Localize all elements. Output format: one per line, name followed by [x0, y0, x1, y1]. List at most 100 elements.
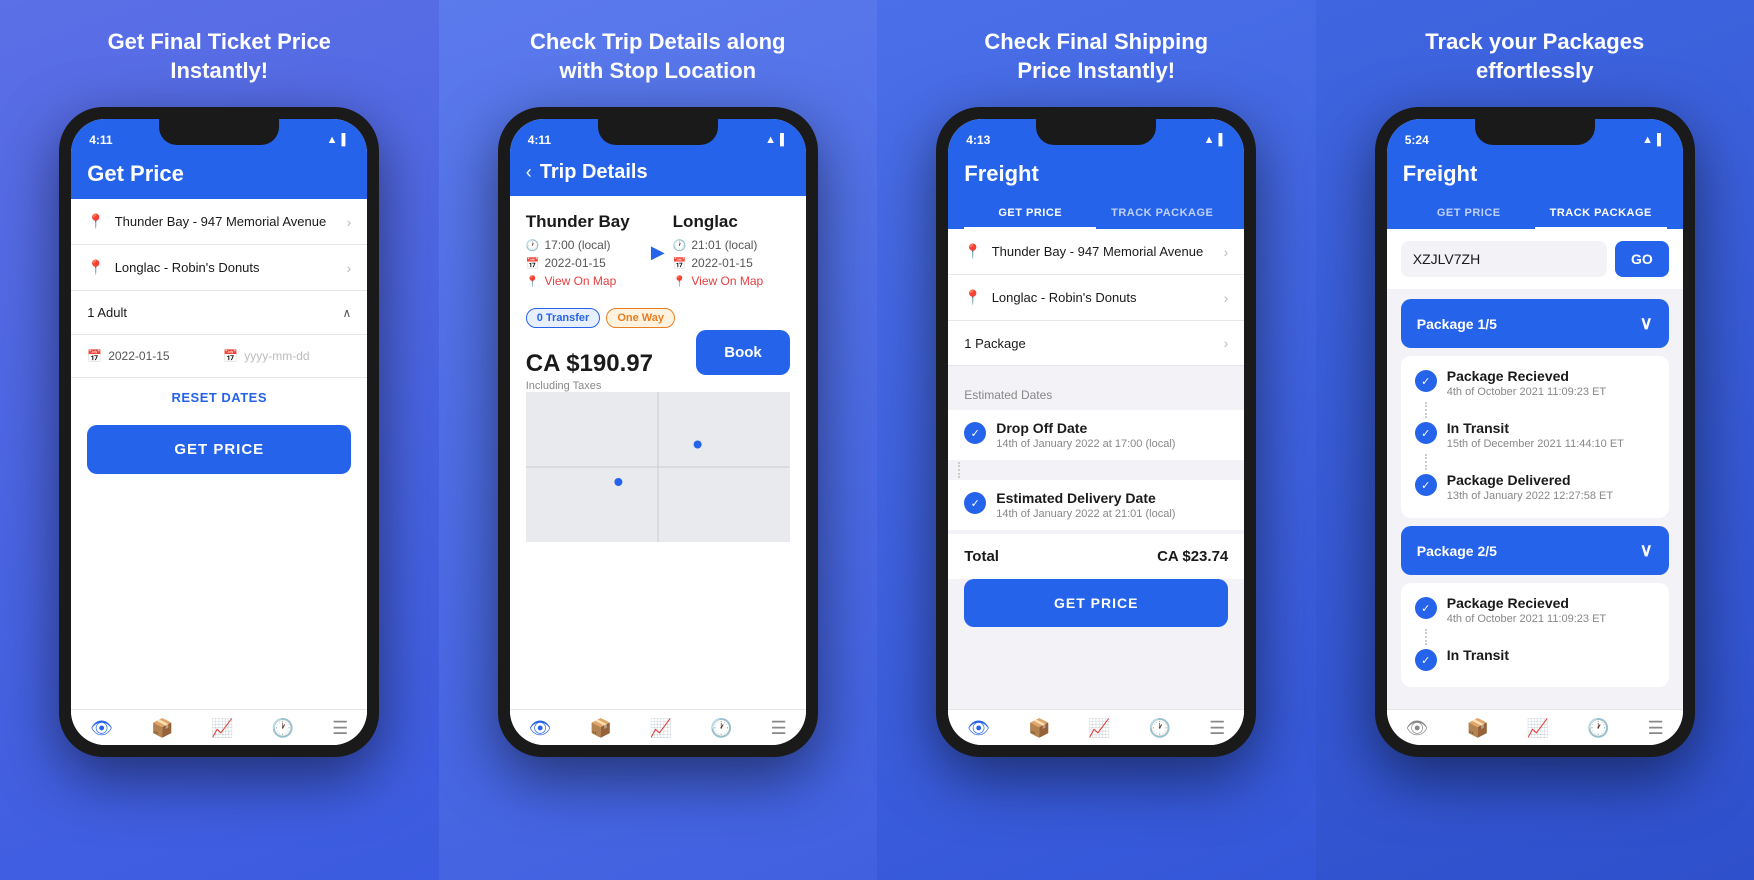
chevron-3b: › [1224, 290, 1229, 306]
price-amount: CA $190.97 [526, 350, 653, 378]
event-4-title: Package Recieved [1447, 595, 1655, 611]
tracking-input[interactable]: XZJLV7ZH [1401, 241, 1607, 277]
event-4-info: Package Recieved 4th of October 2021 11:… [1447, 595, 1655, 625]
package-accordion-2[interactable]: Package 2/5 ∨ [1401, 526, 1669, 575]
nav-chart-icon-3[interactable]: 📈 [1088, 718, 1110, 739]
panel-2-title: Check Trip Details along with Stop Locat… [530, 28, 786, 85]
dest-map-row[interactable]: 📍 View On Map [673, 274, 790, 288]
date-field-2[interactable]: 📅 yyyy-mm-dd [223, 349, 351, 363]
origin-city: Thunder Bay [526, 212, 643, 232]
phone-3: 4:13 ▲ ▌ Freight GET PRICE TRACK PACKAGE… [936, 107, 1256, 757]
map-pin-icon-1: 📍 [526, 275, 540, 288]
go-button[interactable]: GO [1615, 241, 1669, 277]
panel-get-price: Get Final Ticket Price Instantly! 4:11 ▲… [0, 0, 439, 880]
chevron-up-icon: ∧ [342, 306, 351, 320]
origin-map-row[interactable]: 📍 View On Map [526, 274, 643, 288]
reset-dates-button[interactable]: RESET DATES [71, 378, 367, 417]
package-accordion-1[interactable]: Package 1/5 ∨ [1401, 299, 1669, 348]
pin-icon-3: 📍 [964, 243, 981, 260]
nav-eye-icon-2[interactable]: 👁 [529, 718, 552, 739]
nav-chart-icon-4[interactable]: 📈 [1527, 718, 1549, 739]
tab-get-price-4[interactable]: GET PRICE [1403, 199, 1535, 229]
tab-track-4[interactable]: TRACK PACKAGE [1535, 199, 1667, 229]
freight-loc-text-2: Longlac - Robin's Donuts [992, 290, 1224, 305]
passengers-label: 1 Adult [87, 305, 342, 320]
panel-4-title: Track your Packages effortlessly [1425, 28, 1644, 85]
event-2-info: In Transit 15th of December 2021 11:44:1… [1447, 420, 1655, 450]
nav-clock-icon-4[interactable]: 🕐 [1587, 718, 1609, 739]
nav-box-icon-2[interactable]: 📦 [590, 718, 612, 739]
trip-body: Thunder Bay 🕐 17:00 (local) 📅 2022-01-15… [510, 196, 806, 709]
bottom-nav-4: 👁 📦 📈 🕐 ☰ [1387, 709, 1683, 745]
passengers-row[interactable]: 1 Adult ∧ [71, 291, 367, 335]
nav-clock-icon-2[interactable]: 🕐 [710, 718, 732, 739]
nav-menu-icon-4[interactable]: ☰ [1648, 718, 1664, 739]
book-button[interactable]: Book [696, 330, 790, 375]
tab-get-price-3[interactable]: GET PRICE [964, 199, 1096, 229]
price-book-row: CA $190.97 Including Taxes Book [526, 342, 790, 392]
check-icon-2: ✓ [964, 492, 986, 514]
nav-chart-icon-2[interactable]: 📈 [650, 718, 672, 739]
nav-box-icon-4[interactable]: 📦 [1467, 718, 1489, 739]
nav-clock-icon[interactable]: 🕐 [272, 718, 294, 739]
view-map-link-1[interactable]: View On Map [544, 274, 616, 288]
dest-time: 21:01 (local) [691, 238, 757, 252]
nav-box-icon-3[interactable]: 📦 [1028, 718, 1050, 739]
location-row-1[interactable]: 📍 Thunder Bay - 947 Memorial Avenue › [71, 199, 367, 245]
pin-icon-4: 📍 [964, 289, 981, 306]
check-icon-1: ✓ [964, 422, 986, 444]
package-2-label: Package 2/5 [1417, 543, 1497, 559]
dropoff-info: Drop Off Date 14th of January 2022 at 17… [996, 420, 1228, 450]
dest-date-row: 📅 2022-01-15 [673, 256, 790, 270]
dest-col: Longlac 🕐 21:01 (local) 📅 2022-01-15 📍 V… [673, 212, 790, 292]
delivery-row: ✓ Estimated Delivery Date 14th of Januar… [948, 480, 1244, 530]
dotted-line-e1 [1425, 402, 1427, 418]
chevron-icon-2: › [347, 260, 352, 276]
check-icon-e3: ✓ [1415, 474, 1437, 496]
status-icons-2: ▲ ▌ [765, 134, 788, 146]
nav-menu-icon-3[interactable]: ☰ [1209, 718, 1225, 739]
freight-loc-2[interactable]: 📍 Longlac - Robin's Donuts › [948, 275, 1244, 321]
get-price-body: 📍 Thunder Bay - 947 Memorial Avenue › 📍 … [71, 199, 367, 709]
nav-eye-icon-3[interactable]: 👁 [967, 718, 990, 739]
date-field-1[interactable]: 📅 2022-01-15 [87, 349, 215, 363]
back-arrow-icon[interactable]: ‹ [526, 162, 532, 183]
date-value-1: 2022-01-15 [108, 349, 169, 363]
battery-icon-4: ▌ [1657, 134, 1665, 146]
tab-track-3[interactable]: TRACK PACKAGE [1096, 199, 1228, 229]
tag-transfer: 0 Transfer [526, 308, 601, 328]
freight-loc-text-1: Thunder Bay - 947 Memorial Avenue [992, 244, 1224, 259]
freight-loc-1[interactable]: 📍 Thunder Bay - 947 Memorial Avenue › [948, 229, 1244, 275]
freight-body-3: 📍 Thunder Bay - 947 Memorial Avenue › 📍 … [948, 229, 1244, 709]
nav-eye-icon-4[interactable]: 👁 [1406, 718, 1429, 739]
total-row: Total CA $23.74 [948, 534, 1244, 579]
event-3-date: 13th of January 2022 12:27:58 ET [1447, 490, 1655, 502]
date-value-2: yyyy-mm-dd [244, 349, 309, 363]
nav-eye-icon[interactable]: 👁 [90, 718, 113, 739]
map-svg [526, 392, 790, 542]
track-event-2: ✓ In Transit 15th of December 2021 11:44… [1415, 420, 1655, 450]
screen-title-1: Get Price [87, 161, 351, 187]
chevron-icon-1: › [347, 214, 352, 230]
packages-row[interactable]: 1 Package › [948, 321, 1244, 366]
freight-title-4: Freight [1403, 161, 1667, 187]
bottom-nav-1: 👁 📦 📈 🕐 ☰ [71, 709, 367, 745]
dropoff-title: Drop Off Date [996, 420, 1228, 436]
trip-tags: 0 Transfer One Way [526, 308, 790, 328]
nav-chart-icon[interactable]: 📈 [211, 718, 233, 739]
event-5-title: In Transit [1447, 647, 1655, 663]
nav-menu-icon-2[interactable]: ☰ [771, 718, 787, 739]
get-price-big-button[interactable]: GET PRICE [964, 579, 1228, 627]
cal-icon-2: 📅 [673, 257, 687, 270]
nav-menu-icon[interactable]: ☰ [332, 718, 348, 739]
view-map-link-2[interactable]: View On Map [691, 274, 763, 288]
nav-box-icon[interactable]: 📦 [151, 718, 173, 739]
dates-row: 📅 2022-01-15 📅 yyyy-mm-dd [71, 335, 367, 378]
nav-clock-icon-3[interactable]: 🕐 [1149, 718, 1171, 739]
wifi-icon-4: ▲ [1642, 134, 1653, 146]
get-price-button[interactable]: GET PRICE [87, 425, 351, 474]
status-time-3: 4:13 [966, 133, 990, 147]
check-icon-e4: ✓ [1415, 597, 1437, 619]
location-text-2: Longlac - Robin's Donuts [115, 260, 347, 275]
location-row-2[interactable]: 📍 Longlac - Robin's Donuts › [71, 245, 367, 291]
